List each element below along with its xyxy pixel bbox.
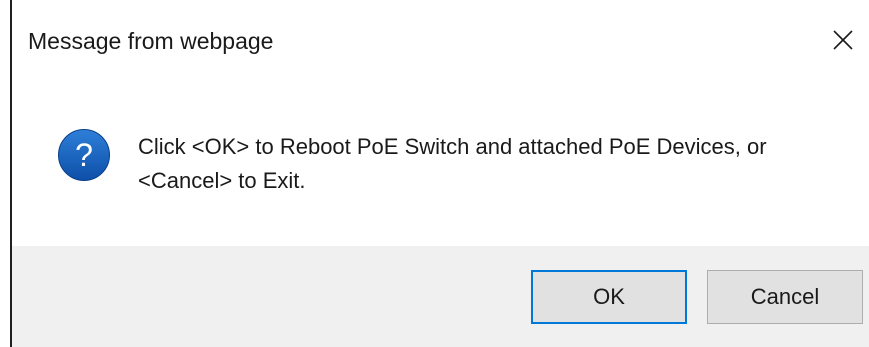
close-button[interactable] — [825, 22, 861, 58]
dialog-footer: OK Cancel — [12, 246, 869, 347]
dialog-message: Click <OK> to Reboot PoE Switch and atta… — [138, 130, 858, 198]
message-line-2: <Cancel> to Exit. — [138, 168, 306, 193]
cancel-button[interactable]: Cancel — [707, 270, 863, 324]
question-icon: ? — [58, 129, 110, 181]
message-line-1: Click <OK> to Reboot PoE Switch and atta… — [138, 134, 767, 159]
dialog-content: ? Click <OK> to Reboot PoE Switch and at… — [12, 80, 869, 246]
dialog-title: Message from webpage — [28, 28, 274, 54]
message-dialog: Message from webpage ? Click <OK> to Reb… — [0, 0, 869, 347]
close-icon — [833, 30, 853, 50]
dialog-titlebar: Message from webpage — [12, 0, 869, 80]
svg-text:?: ? — [75, 137, 93, 173]
ok-button[interactable]: OK — [531, 270, 687, 324]
